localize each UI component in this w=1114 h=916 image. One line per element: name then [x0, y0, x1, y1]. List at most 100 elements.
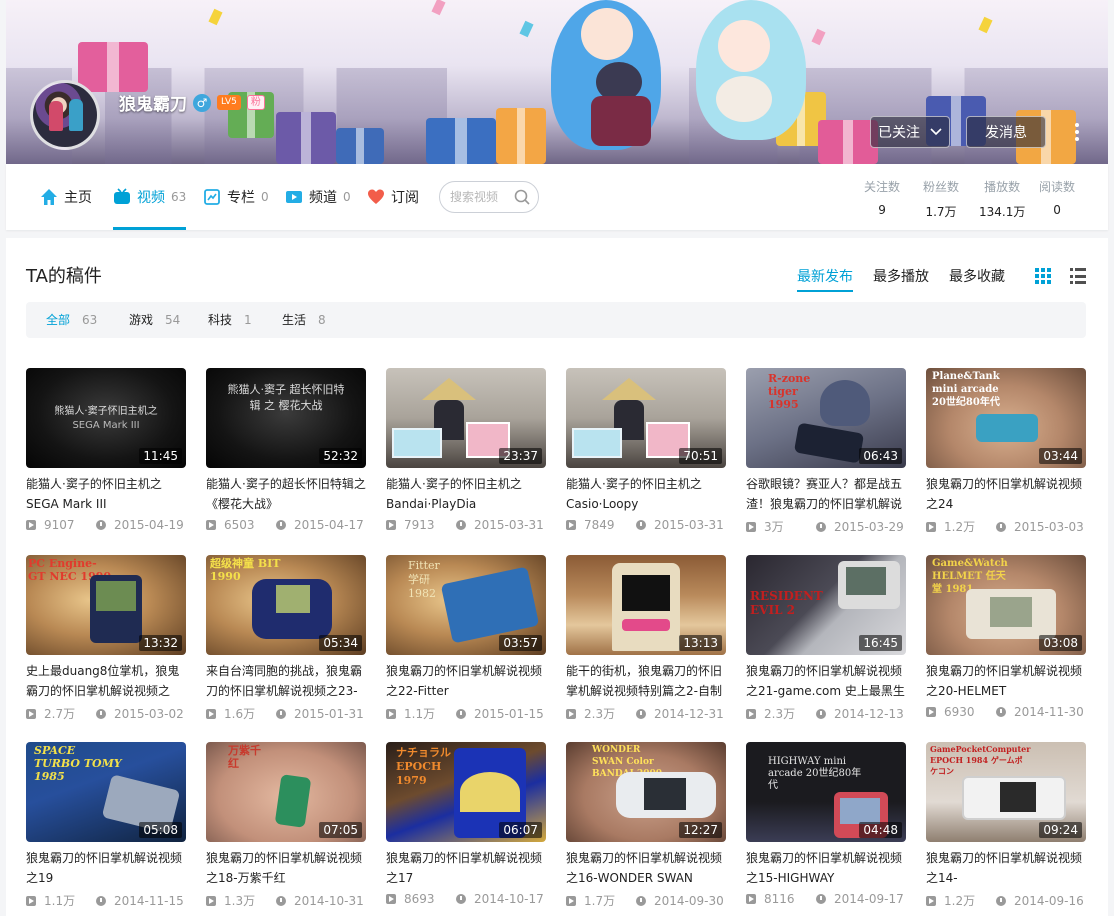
more-options-icon[interactable] — [1068, 118, 1086, 146]
filter-games[interactable]: 游戏 54 — [129, 302, 180, 338]
video-thumbnail[interactable]: WONDER SWAN Color BANDAI 2000 12:27 — [566, 742, 726, 842]
followed-button[interactable]: 已关注 — [870, 116, 950, 148]
video-thumbnail[interactable]: SPACE TURBO TOMY 1985 05:08 — [26, 742, 186, 842]
video-search[interactable] — [439, 181, 539, 213]
video-thumbnail[interactable]: 熊猫人·窦子 超长怀旧特辑 之 樱花大战 52:32 — [206, 368, 366, 468]
video-card[interactable]: Fitter 学研 1982 03:57 狼鬼霸刀的怀旧掌机解说视频之22-Fi… — [386, 555, 546, 725]
video-title[interactable]: 能猫人·窦子的超长怀旧特辑之《樱花大战》 — [206, 474, 366, 514]
category-filter: 全部 63 游戏 54 科技 1 生活 8 — [26, 302, 1086, 338]
video-thumbnail[interactable]: 70:51 — [566, 368, 726, 468]
clock-icon — [276, 520, 286, 530]
upload-date: 2015-01-15 — [474, 706, 544, 721]
tab-subscribe[interactable]: 订阅 — [367, 164, 419, 230]
grid-view-icon[interactable] — [1035, 268, 1051, 284]
video-title[interactable]: 狼鬼霸刀的怀旧掌机解说视频之16-WONDER SWAN — [566, 848, 726, 888]
stat-following[interactable]: 关注数 9 — [864, 178, 900, 217]
video-title[interactable]: 狼鬼霸刀的怀旧掌机解说视频之14- — [926, 848, 1086, 888]
sort-most-played[interactable]: 最多播放 — [873, 266, 929, 286]
video-card[interactable]: R-zone tiger 1995 06:43 谷歌眼镜？赛亚人？都是战五渣！狼… — [746, 368, 906, 538]
video-thumbnail[interactable]: Plane&Tank mini arcade 20世纪80年代 03:44 — [926, 368, 1086, 468]
video-duration: 16:45 — [859, 635, 902, 651]
article-icon — [204, 189, 220, 205]
video-thumbnail[interactable]: PC Engine- GT NEC 1990 13:32 — [26, 555, 186, 655]
video-thumbnail[interactable]: 超级神童 BIT 1990 05:34 — [206, 555, 366, 655]
video-thumbnail[interactable]: 熊猫人·窦子怀旧主机之 SEGA Mark III 11:45 — [26, 368, 186, 468]
tab-videos[interactable]: 视频 63 — [113, 164, 187, 230]
video-card[interactable]: ナチョラル EPOCH 1979 06:07 狼鬼霸刀的怀旧掌机解说视频之17 … — [386, 742, 546, 912]
video-card[interactable]: Game&Watch HELMET 任天堂 1981 03:08 狼鬼霸刀的怀旧… — [926, 555, 1086, 725]
video-title[interactable]: 狼鬼霸刀的怀旧掌机解说视频之21-game.com 史上最黑生 — [746, 661, 906, 701]
video-title[interactable]: 能猫人·窦子的怀旧主机之Bandai·PlayDia — [386, 474, 546, 514]
video-title[interactable]: 史上最duang8位掌机，狼鬼霸刀的怀旧掌机解说视频之 — [26, 661, 186, 701]
video-card[interactable]: 万紫千红 07:05 狼鬼霸刀的怀旧掌机解说视频之18-万紫千红 1.3万 20… — [206, 742, 366, 912]
send-message-button[interactable]: 发消息 — [966, 116, 1046, 148]
video-thumbnail[interactable]: GamePocketComputer EPOCH 1984 ゲームポケコン 09… — [926, 742, 1086, 842]
sort-latest[interactable]: 最新发布 — [797, 266, 853, 292]
clock-icon — [276, 708, 286, 719]
video-card[interactable]: PC Engine- GT NEC 1990 13:32 史上最duang8位掌… — [26, 555, 186, 725]
video-card[interactable]: 熊猫人·窦子怀旧主机之 SEGA Mark III 11:45 能猫人·窦子的怀… — [26, 368, 186, 538]
list-view-icon[interactable] — [1070, 268, 1086, 284]
video-duration: 23:37 — [499, 448, 542, 464]
video-card[interactable]: GamePocketComputer EPOCH 1984 ゲームポケコン 09… — [926, 742, 1086, 912]
video-title[interactable]: 来自台湾同胞的挑战，狼鬼霸刀的怀旧掌机解说视频之23- — [206, 661, 366, 701]
video-thumbnail[interactable]: Fitter 学研 1982 03:57 — [386, 555, 546, 655]
search-input[interactable] — [450, 190, 516, 204]
video-meta: 2.3万 2014-12-13 — [746, 705, 906, 722]
video-duration: 07:05 — [319, 822, 362, 838]
search-icon[interactable] — [514, 189, 530, 205]
sort-most-favorited[interactable]: 最多收藏 — [949, 266, 1005, 286]
video-card[interactable]: RESIDENT EVIL 2 16:45 狼鬼霸刀的怀旧掌机解说视频之21-g… — [746, 555, 906, 725]
video-title[interactable]: 狼鬼霸刀的怀旧掌机解说视频之18-万紫千红 — [206, 848, 366, 888]
video-title[interactable]: 能猫人·窦子的怀旧主机之Casio·Loopy — [566, 474, 726, 514]
video-thumbnail[interactable]: R-zone tiger 1995 06:43 — [746, 368, 906, 468]
video-title[interactable]: 狼鬼霸刀的怀旧掌机解说视频之22-Fitter — [386, 661, 546, 701]
filter-all[interactable]: 全部 63 — [46, 302, 97, 338]
video-title[interactable]: 狼鬼霸刀的怀旧掌机解说视频之19 — [26, 848, 186, 888]
video-card[interactable]: 熊猫人·窦子 超长怀旧特辑 之 樱花大战 52:32 能猫人·窦子的超长怀旧特辑… — [206, 368, 366, 538]
tab-home[interactable]: 主页 — [40, 164, 92, 230]
filter-label: 生活 — [282, 313, 307, 327]
video-card[interactable]: HIGHWAY mini arcade 20世纪80年代 04:48 狼鬼霸刀的… — [746, 742, 906, 912]
banner-gift — [496, 108, 546, 164]
video-icon — [114, 188, 130, 204]
user-avatar[interactable] — [30, 80, 100, 150]
video-title[interactable]: 狼鬼霸刀的怀旧掌机解说视频之24 — [926, 474, 1086, 514]
video-card[interactable]: WONDER SWAN Color BANDAI 2000 12:27 狼鬼霸刀… — [566, 742, 726, 912]
play-count-icon — [746, 521, 756, 532]
video-card[interactable]: 23:37 能猫人·窦子的怀旧主机之Bandai·PlayDia 7913 20… — [386, 368, 546, 538]
video-thumbnail[interactable]: Game&Watch HELMET 任天堂 1981 03:08 — [926, 555, 1086, 655]
video-title[interactable]: 能干的街机，狼鬼霸刀的怀旧掌机解说视频特别篇之2-自制 — [566, 661, 726, 701]
video-thumbnail[interactable]: 万紫千红 07:05 — [206, 742, 366, 842]
upload-date: 2014-12-13 — [834, 706, 904, 721]
video-title[interactable]: 谷歌眼镜？赛亚人？都是战五渣！狼鬼霸刀的怀旧掌机解说 — [746, 474, 906, 514]
video-card[interactable]: SPACE TURBO TOMY 1985 05:08 狼鬼霸刀的怀旧掌机解说视… — [26, 742, 186, 912]
fan-badge[interactable]: 粉 — [246, 95, 265, 110]
banner-bunny — [716, 76, 772, 122]
video-card[interactable]: 13:13 能干的街机，狼鬼霸刀的怀旧掌机解说视频特别篇之2-自制 2.3万 2… — [566, 555, 726, 725]
video-title[interactable]: 狼鬼霸刀的怀旧掌机解说视频之15-HIGHWAY — [746, 848, 906, 888]
video-meta: 7913 2015-03-31 — [386, 518, 546, 532]
video-title[interactable]: 狼鬼霸刀的怀旧掌机解说视频之20-HELMET — [926, 661, 1086, 701]
video-title[interactable]: 能猫人·窦子的怀旧主机之SEGA Mark III — [26, 474, 186, 514]
clock-icon — [636, 895, 646, 906]
video-thumbnail[interactable]: 23:37 — [386, 368, 546, 468]
stat-followers[interactable]: 粉丝数 1.7万 — [923, 178, 959, 220]
video-thumbnail[interactable]: HIGHWAY mini arcade 20世纪80年代 04:48 — [746, 742, 906, 842]
video-thumbnail[interactable]: ナチョラル EPOCH 1979 06:07 — [386, 742, 546, 842]
filter-life[interactable]: 生活 8 — [282, 302, 326, 338]
video-thumbnail[interactable]: RESIDENT EVIL 2 16:45 — [746, 555, 906, 655]
play-count-icon — [926, 895, 936, 906]
tab-articles[interactable]: 专栏 0 — [203, 164, 269, 230]
video-meta: 1.6万 2015-01-31 — [206, 705, 366, 722]
video-card[interactable]: 70:51 能猫人·窦子的怀旧主机之Casio·Loopy 7849 2015-… — [566, 368, 726, 538]
stat-label: 粉丝数 — [923, 180, 960, 194]
filter-tech[interactable]: 科技 1 — [208, 302, 252, 338]
thumbnail-screen — [96, 581, 136, 611]
tab-channels[interactable]: 频道 0 — [285, 164, 351, 230]
video-card[interactable]: 超级神童 BIT 1990 05:34 来自台湾同胞的挑战，狼鬼霸刀的怀旧掌机解… — [206, 555, 366, 725]
video-card[interactable]: Plane&Tank mini arcade 20世纪80年代 03:44 狼鬼… — [926, 368, 1086, 538]
video-thumbnail[interactable]: 13:13 — [566, 555, 726, 655]
video-title[interactable]: 狼鬼霸刀的怀旧掌机解说视频之17 — [386, 848, 546, 888]
filter-label: 全部 — [46, 313, 71, 327]
